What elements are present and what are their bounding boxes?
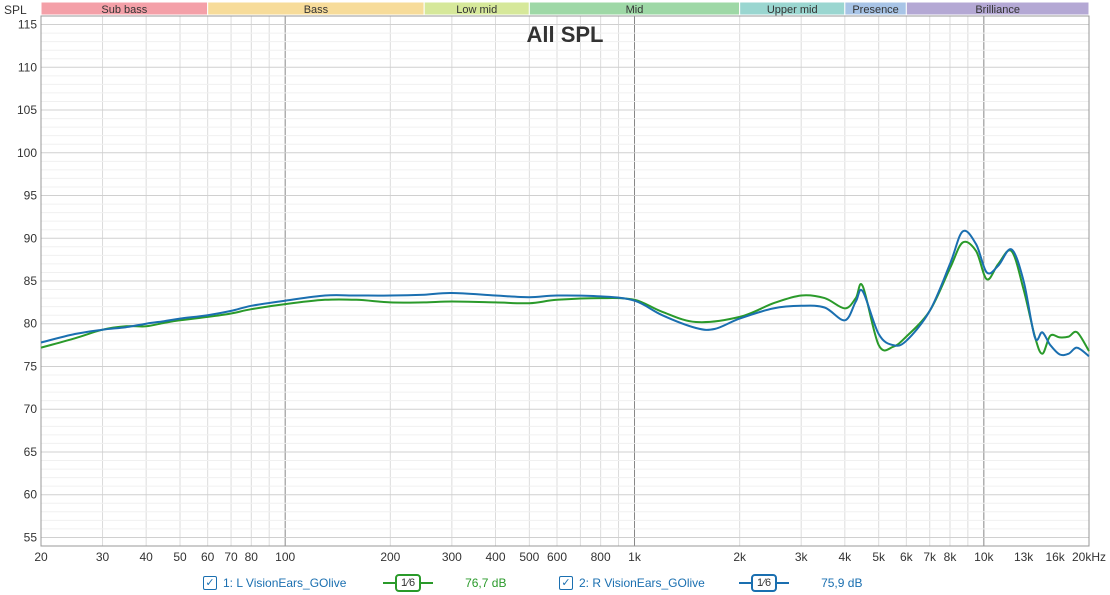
series-2-value: 75,9 dB <box>821 576 863 590</box>
x-tick-50: 50 <box>173 550 187 564</box>
series-1-checkbox[interactable]: ✓ <box>203 576 217 590</box>
x-tick-400: 400 <box>485 550 505 564</box>
series-2-label: 2: R VisionEars_GOlive <box>579 576 705 590</box>
series-2-checkbox[interactable]: ✓ <box>559 576 573 590</box>
y-tick-115: 115 <box>18 18 37 32</box>
legend-item-2: ✓ 2: R VisionEars_GOlive 1⁄6 75,9 dB <box>559 572 862 594</box>
series-1-smoothing-button[interactable]: 1⁄6 <box>383 574 434 592</box>
x-tick-16k: 16k <box>1045 550 1065 564</box>
series-curves <box>40 229 1090 358</box>
x-axis-ticks: 20 30 40 50 60 70 80 100 200 300 400 500 600 800 1k 2k 3… <box>34 550 1106 564</box>
series-2-smoothing-button[interactable]: 1⁄6 <box>739 574 790 592</box>
grid <box>40 15 1090 547</box>
frequency-bands: Sub bass Bass Low mid Mid Upper mid Presence B… <box>40 1 1090 16</box>
x-tick-100: 100 <box>275 550 295 564</box>
x-tick-20: 20 <box>34 550 48 564</box>
y-tick-65: 65 <box>24 445 38 459</box>
x-tick-30: 30 <box>96 550 110 564</box>
band-label-2: Bass <box>304 4 329 16</box>
spl-chart: Sub bass Bass Low mid Mid Upper mid Presence B… <box>4 1 1106 564</box>
y-tick-100: 100 <box>17 146 37 160</box>
y-tick-70: 70 <box>24 402 38 416</box>
y-tick-55: 55 <box>24 530 38 544</box>
x-tick-600: 600 <box>547 550 567 564</box>
x-tick-1k: 1k <box>628 550 642 564</box>
y-tick-75: 75 <box>24 359 38 373</box>
x-tick-13k: 13k <box>1014 550 1034 564</box>
x-tick-2k: 2k <box>733 550 747 564</box>
y-axis-label: SPL <box>4 3 27 17</box>
y-tick-85: 85 <box>24 274 38 288</box>
chart-title: All SPL <box>526 22 603 47</box>
x-tick-5k: 5k <box>872 550 886 564</box>
x-tick-60: 60 <box>201 550 215 564</box>
x-tick-80: 80 <box>245 550 259 564</box>
x-tick-300: 300 <box>442 550 462 564</box>
x-tick-70: 70 <box>224 550 238 564</box>
y-tick-80: 80 <box>24 317 38 331</box>
x-tick-500: 500 <box>519 550 539 564</box>
band-label-1: Sub bass <box>101 4 147 16</box>
band-label-3: Low mid <box>456 4 497 16</box>
y-tick-60: 60 <box>24 488 38 502</box>
legend-item-1: ✓ 1: L VisionEars_GOlive 1⁄6 76,7 dB <box>203 572 506 594</box>
band-label-6: Presence <box>852 4 898 16</box>
y-tick-90: 90 <box>24 231 38 245</box>
x-tick-7k: 7k <box>923 550 937 564</box>
y-tick-110: 110 <box>18 60 37 74</box>
x-tick-10k: 10k <box>974 550 994 564</box>
x-tick-40: 40 <box>139 550 153 564</box>
band-label-4: Mid <box>626 4 644 16</box>
x-tick-20kHz: 20kHz <box>1072 550 1106 564</box>
x-tick-4k: 4k <box>838 550 852 564</box>
x-tick-8k: 8k <box>944 550 958 564</box>
y-axis-ticks: 55 60 65 70 75 80 85 90 95 100 105 110 115 <box>17 18 37 545</box>
band-label-7: Brilliance <box>975 4 1020 16</box>
series-2-line <box>40 229 1090 358</box>
series-1-value: 76,7 dB <box>465 576 507 590</box>
x-tick-200: 200 <box>380 550 400 564</box>
y-tick-95: 95 <box>24 189 38 203</box>
y-tick-105: 105 <box>17 103 37 117</box>
x-tick-3k: 3k <box>795 550 809 564</box>
x-tick-6k: 6k <box>900 550 914 564</box>
band-label-5: Upper mid <box>767 4 818 16</box>
x-tick-800: 800 <box>591 550 611 564</box>
series-1-label: 1: L VisionEars_GOlive <box>223 576 347 590</box>
series-1-smoothing-label: 1⁄6 <box>395 574 422 592</box>
series-2-smoothing-label: 1⁄6 <box>751 574 778 592</box>
